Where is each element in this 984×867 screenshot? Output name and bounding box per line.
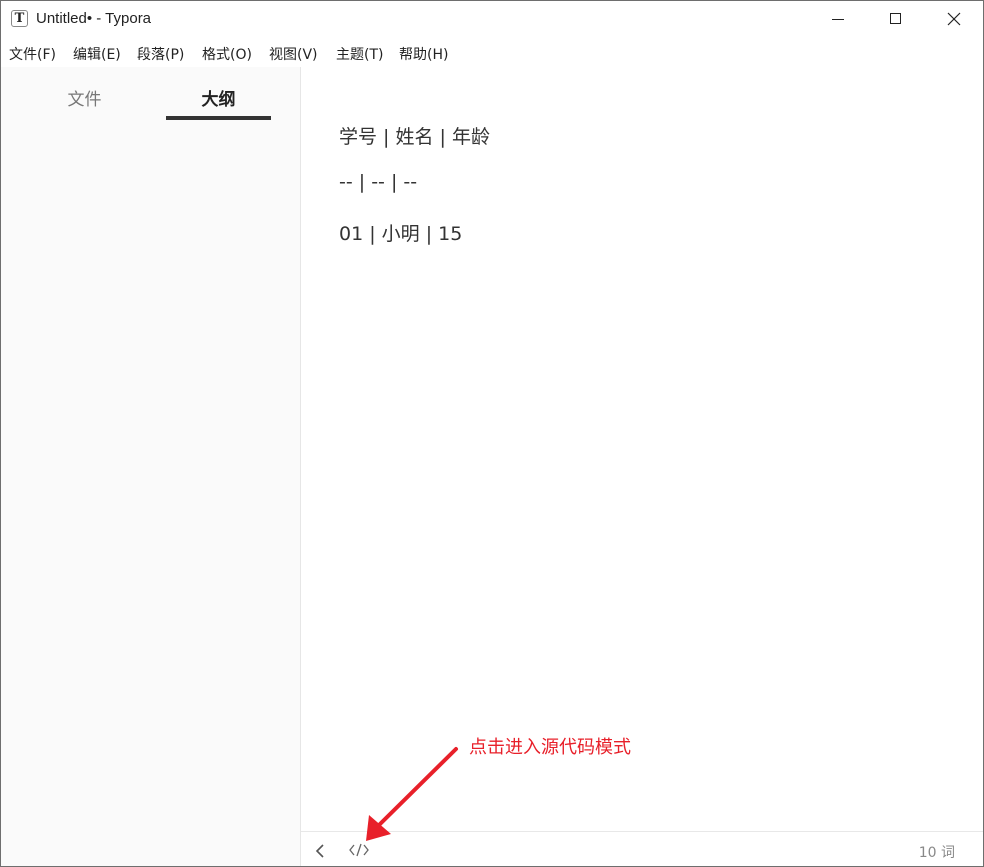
menu-theme[interactable]: 主题(T) [336, 44, 383, 64]
menu-paragraph[interactable]: 段落(P) [137, 44, 184, 64]
app-icon: T [11, 10, 28, 27]
sidebar: 文件 大纲 [1, 67, 301, 866]
source-code-mode-button[interactable] [349, 842, 369, 862]
menu-bar: 文件(F) 编辑(E) 段落(P) 格式(O) 视图(V) 主题(T) 帮助(H… [1, 37, 983, 67]
editor-area[interactable]: 学号 | 姓名 | 年龄 -- | -- | -- 01 | 小明 | 15 [301, 67, 983, 831]
close-icon [947, 12, 961, 26]
minimize-icon [832, 19, 844, 20]
toggle-sidebar-button[interactable] [315, 843, 325, 862]
editor-line[interactable]: -- | -- | -- [339, 171, 417, 193]
word-count[interactable]: 10 词 [919, 842, 955, 862]
status-bar: 10 词 [301, 831, 983, 866]
menu-format[interactable]: 格式(O) [202, 44, 252, 64]
source-code-icon [349, 843, 369, 857]
menu-view[interactable]: 视图(V) [269, 44, 318, 64]
menu-help[interactable]: 帮助(H) [399, 44, 448, 64]
typora-window: T Untitled• - Typora 文件(F) 编辑(E) 段落(P) 格… [0, 0, 984, 867]
editor-line[interactable]: 01 | 小明 | 15 [339, 219, 462, 246]
maximize-icon [890, 13, 901, 24]
window-title: Untitled• - Typora [36, 10, 152, 27]
editor-line[interactable]: 学号 | 姓名 | 年龄 [339, 122, 490, 149]
minimize-button[interactable] [809, 1, 867, 37]
tab-outline[interactable]: 大纲 [166, 85, 271, 110]
title-bar: T Untitled• - Typora [1, 1, 983, 37]
active-tab-indicator [166, 116, 271, 120]
menu-file[interactable]: 文件(F) [9, 44, 56, 64]
tab-files[interactable]: 文件 [32, 85, 137, 110]
maximize-button[interactable] [867, 1, 925, 37]
menu-edit[interactable]: 编辑(E) [73, 44, 121, 64]
close-button[interactable] [925, 1, 983, 37]
back-icon [315, 844, 324, 858]
annotation-text: 点击进入源代码模式 [469, 737, 631, 758]
